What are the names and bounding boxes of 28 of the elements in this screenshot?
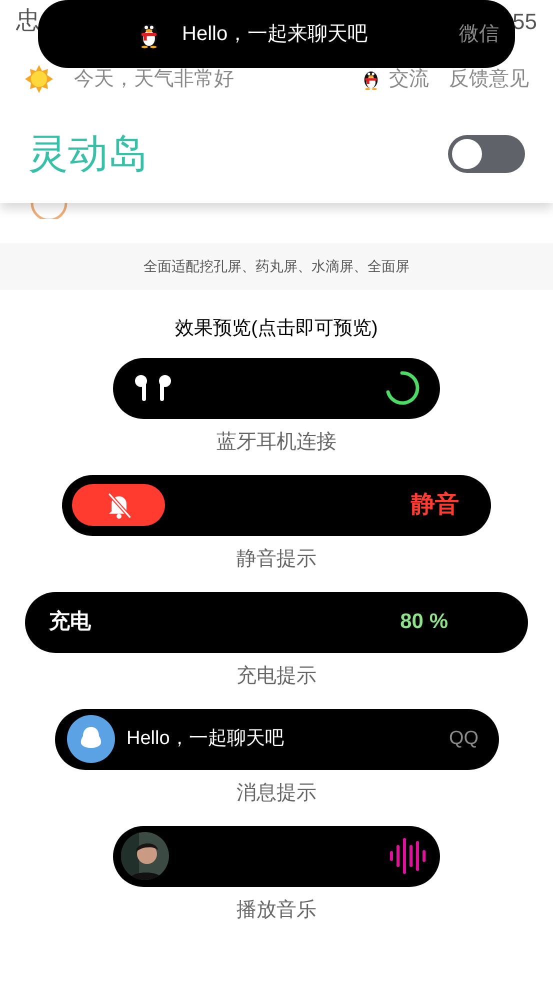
island-notification[interactable]: Hello，一起来聊天吧 微信 xyxy=(38,0,515,68)
toggle-switch[interactable] xyxy=(448,134,525,172)
preview-caption: 播放音乐 xyxy=(236,898,316,922)
preview-caption: 消息提示 xyxy=(236,780,316,806)
status-time: 55 xyxy=(512,8,537,36)
island-pill[interactable]: 充电 80 % xyxy=(25,592,528,652)
battery-percent: 80 % xyxy=(400,609,448,636)
notice-text: 全面适配挖孔屏、药丸屏、水滴屏、全面屏 xyxy=(144,257,410,276)
preview-caption: 充电提示 xyxy=(236,664,316,688)
charge-label: 充电 xyxy=(49,608,91,636)
status-text: 忠 xyxy=(16,6,40,36)
spinner-icon xyxy=(384,370,420,406)
notification-text: Hello，一起来聊天吧 xyxy=(182,22,369,47)
sun-icon xyxy=(24,64,54,94)
app-title: 灵动岛 xyxy=(28,130,148,178)
preview-title: 效果预览(点击即可预览) xyxy=(175,317,378,341)
app-name: QQ xyxy=(448,726,478,751)
notification-source: 微信 xyxy=(459,22,499,47)
ring-icon xyxy=(30,203,68,219)
preview-caption: 静音提示 xyxy=(236,546,316,572)
mute-label: 静音 xyxy=(411,490,459,520)
island-pill[interactable]: Hello，一起聊天吧 QQ xyxy=(54,708,498,770)
island-pill[interactable]: 静音 xyxy=(62,474,491,536)
weather-text: 今天，天气非常好 xyxy=(74,67,235,92)
message-text: Hello，一起聊天吧 xyxy=(126,726,285,751)
penguin-avatar-icon xyxy=(66,715,114,763)
preview-caption: 蓝牙耳机连接 xyxy=(216,430,336,454)
sound-wave-icon xyxy=(388,836,428,876)
